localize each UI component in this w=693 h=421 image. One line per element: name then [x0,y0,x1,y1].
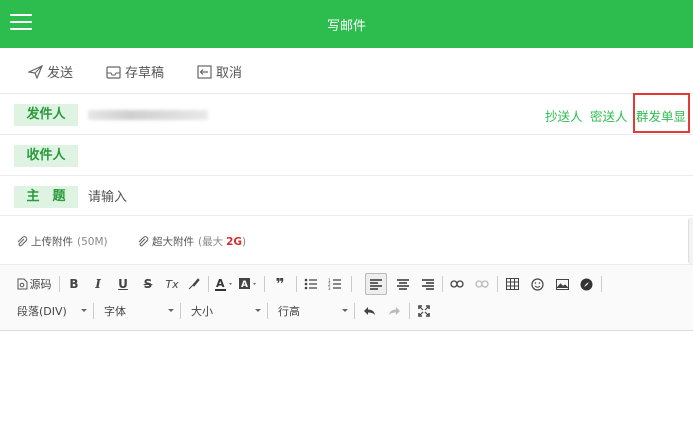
cancel-label: 取消 [216,66,243,81]
subject-tag: 主 题 [14,186,78,208]
large-attachment-button[interactable]: 超大附件 (最大 2G ) [137,234,246,249]
recipient-tag: 收件人 [14,145,78,167]
blockquote-icon[interactable]: ❞ [269,274,291,294]
sender-address-blurred[interactable] [88,110,208,120]
send-label: 发送 [47,66,74,81]
large-attachment-limit-value: 2G [226,235,243,248]
font-size-value: 大小 [191,305,213,318]
line-height-select[interactable]: 行高 [278,301,348,321]
strikethrough-button[interactable]: S [140,274,156,294]
font-size-select[interactable]: 大小 [191,301,261,321]
page-title: 写邮件 [326,19,366,34]
source-icon [17,278,27,290]
remove-format-button[interactable]: Tx [163,274,181,294]
save-draft-button[interactable]: 存草稿 [106,62,164,81]
bold-button[interactable]: B [66,274,82,294]
table-icon[interactable] [502,274,522,294]
align-left-icon[interactable] [365,273,387,295]
emoji-icon[interactable] [527,274,547,294]
subject-input[interactable] [88,186,488,208]
draft-icon [106,65,121,79]
svg-text:A: A [241,280,248,290]
toolbar-separator [180,303,181,319]
numbered-list-icon[interactable]: 123 [325,274,345,294]
toolbar-separator [601,276,602,292]
svg-text:3: 3 [328,286,331,290]
send-icon [28,64,43,79]
format-painter-icon[interactable] [186,274,202,294]
toolbar-separator [409,303,410,319]
paperclip-icon [17,235,28,246]
subject-row: 主 题 [0,176,693,216]
align-center-icon[interactable] [393,274,413,294]
toolbar-separator [208,276,209,292]
toolbar-separator [351,276,352,292]
toolbar-separator [442,276,443,292]
bg-color-button[interactable]: A [238,274,260,294]
save-draft-label: 存草稿 [125,66,165,81]
send-button[interactable]: 发送 [28,62,73,81]
upload-attachment-limit: (50M) [77,235,108,248]
recipient-row[interactable]: 收件人 [0,135,693,176]
side-panel-handle[interactable] [688,218,693,264]
toolbar-separator [267,303,268,319]
unlink-icon[interactable] [472,274,492,294]
italic-button[interactable]: I [90,274,106,294]
group-send-link[interactable]: 群发单显 [636,106,686,125]
font-family-value: 字体 [104,305,126,318]
toolbar-separator [93,303,94,319]
paragraph-format-select[interactable]: 段落(DIV) [17,301,87,321]
large-attachment-limit-prefix: (最大 [198,236,224,248]
toolbar-separator [264,276,265,292]
sender-row: 发件人 抄送人 密送人 群发单显 [0,94,693,135]
svg-text:A: A [216,277,225,290]
attachment-row: 上传附件 (50M) 超大附件 (最大 2G ) [0,216,693,265]
toolbar-separator [59,276,60,292]
underline-button[interactable]: U [115,274,131,294]
source-label: 源码 [29,278,52,291]
upload-attachment-label: 上传附件 [31,236,73,248]
paragraph-format-value: 段落(DIV) [17,305,67,318]
font-family-select[interactable]: 字体 [104,301,174,321]
bullet-list-icon[interactable] [301,274,321,294]
toolbar-separator [497,276,498,292]
action-bar: 发送 存草稿 取消 [0,48,693,94]
large-attachment-limit-suffix: ) [242,235,247,248]
cancel-button[interactable]: 取消 [197,62,242,81]
paperclip-icon [138,235,149,246]
toolbar-separator [296,276,297,292]
sender-tag: 发件人 [14,104,78,126]
line-height-value: 行高 [278,305,300,318]
top-bar: 写邮件 [0,0,693,48]
large-attachment-label: 超大附件 [152,236,194,248]
source-button[interactable]: 源码 [13,274,55,294]
bcc-link[interactable]: 密送人 [590,106,628,125]
redo-icon[interactable] [384,301,404,321]
compass-icon[interactable] [576,274,596,294]
undo-icon[interactable] [359,301,379,321]
bg-color-icon: A [239,278,256,290]
align-right-icon[interactable] [418,274,438,294]
cc-link[interactable]: 抄送人 [545,106,583,125]
link-icon[interactable] [447,274,467,294]
cancel-icon [197,64,212,79]
image-icon[interactable] [552,274,572,294]
editor-body[interactable] [0,332,693,421]
editor-toolbar: 源码 B I U S Tx A A ❞ 123 段落(DIV) 字体 大小 行高 [0,265,693,331]
font-color-icon: A [215,277,232,291]
toolbar-separator [354,303,355,319]
font-color-button[interactable]: A [214,274,236,294]
fullscreen-icon[interactable] [414,301,434,321]
upload-attachment-button[interactable]: 上传附件 (50M) [16,234,108,249]
